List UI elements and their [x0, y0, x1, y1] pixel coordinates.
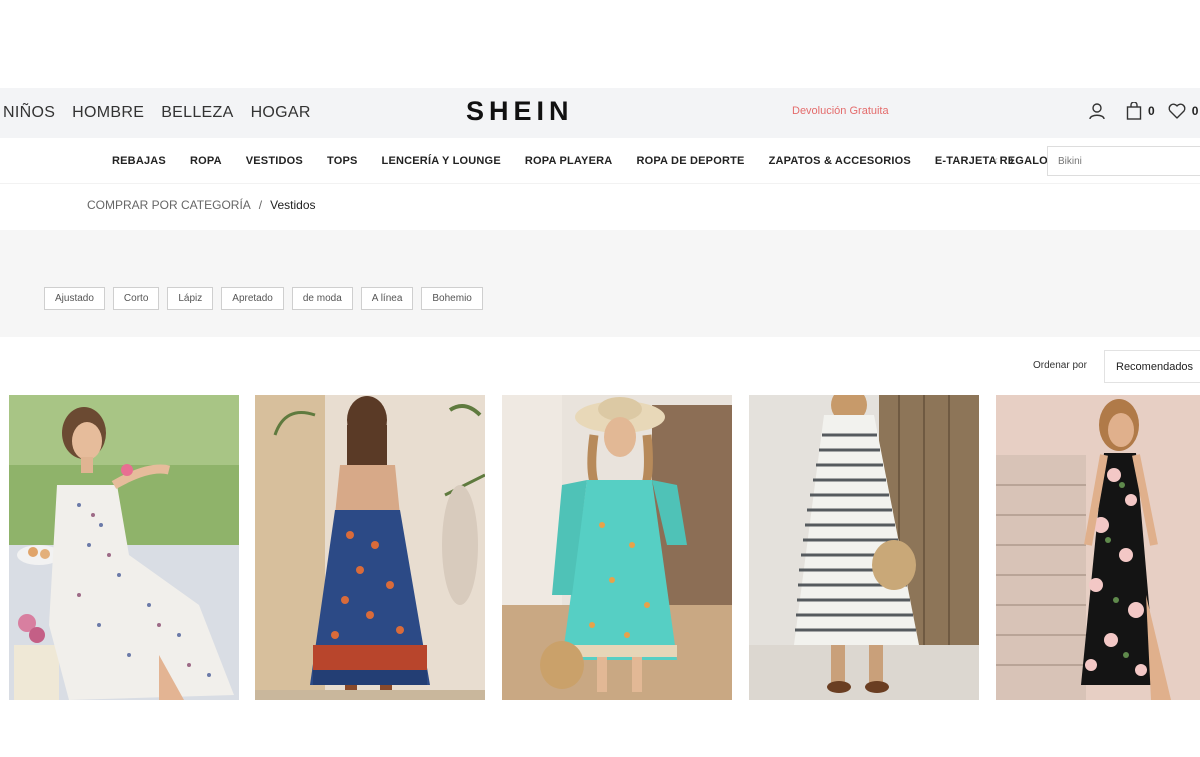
- category-zapatos[interactable]: ZAPATOS & ACCESORIOS: [769, 155, 911, 167]
- breadcrumb-separator: /: [258, 198, 263, 212]
- category-nav: REBAJAS ROPA VESTIDOS TOPS LENCERÍA Y LO…: [0, 138, 1200, 184]
- product-card-5[interactable]: [996, 395, 1200, 700]
- breadcrumb: COMPRAR POR CATEGORÍA / Vestidos: [87, 198, 316, 212]
- product-image-2: [255, 395, 485, 700]
- user-icon[interactable]: [1088, 102, 1106, 120]
- top-nav-item-belleza[interactable]: BELLEZA: [161, 104, 233, 122]
- sort-select[interactable]: Recomendados: [1104, 350, 1200, 383]
- bag-count: 0: [1148, 104, 1155, 118]
- top-nav: NIÑOS HOMBRE BELLEZA HOGAR: [3, 88, 311, 138]
- top-header: NIÑOS HOMBRE BELLEZA HOGAR SHEIN Devoluc…: [0, 88, 1200, 138]
- filter-chip-bohemio[interactable]: Bohemio: [421, 287, 483, 310]
- promo-free-returns[interactable]: Devolución Gratuita: [792, 105, 889, 117]
- product-image-5: [996, 395, 1200, 700]
- category-arrows: ‹ ›: [994, 153, 1014, 167]
- sort-label: Ordenar por: [1033, 360, 1087, 371]
- filter-chip-corto[interactable]: Corto: [112, 287, 160, 310]
- filter-band: Ajustado Corto Lápiz Apretado de moda A …: [0, 230, 1200, 337]
- chevron-right-icon[interactable]: ›: [1010, 153, 1014, 167]
- breadcrumb-root[interactable]: COMPRAR POR CATEGORÍA: [87, 198, 251, 212]
- top-nav-item-hombre[interactable]: HOMBRE: [72, 104, 144, 122]
- product-card-4[interactable]: [749, 395, 979, 700]
- wishlist-count: 0: [1191, 104, 1199, 118]
- shein-logo[interactable]: SHEIN: [466, 96, 574, 127]
- bag-icon[interactable]: [1126, 102, 1142, 120]
- filter-chip-a-linea[interactable]: A línea: [360, 287, 414, 310]
- product-image-1: [9, 395, 239, 700]
- category-ropa-playera[interactable]: ROPA PLAYERA: [525, 155, 613, 167]
- category-vestidos[interactable]: VESTIDOS: [246, 155, 303, 167]
- heart-icon[interactable]: [1168, 103, 1186, 119]
- filter-chip-apretado[interactable]: Apretado: [221, 287, 284, 310]
- product-image-4: [749, 395, 979, 700]
- category-ropa[interactable]: ROPA: [190, 155, 222, 167]
- category-rebajas[interactable]: REBAJAS: [112, 155, 166, 167]
- filter-chip-lapiz[interactable]: Lápiz: [167, 287, 214, 310]
- category-lenceria[interactable]: LENCERÍA Y LOUNGE: [382, 155, 501, 167]
- header-icons: 0 0: [1088, 102, 1200, 120]
- top-nav-item-ninos[interactable]: NIÑOS: [3, 104, 55, 122]
- product-image-3: [502, 395, 732, 700]
- filter-chip-de-moda[interactable]: de moda: [291, 287, 353, 310]
- category-tops[interactable]: TOPS: [327, 155, 358, 167]
- category-etarjeta[interactable]: E-TARJETA REGALO: [935, 155, 1048, 167]
- chevron-left-icon[interactable]: ‹: [994, 153, 998, 167]
- product-card-1[interactable]: [9, 395, 239, 700]
- filter-chip-ajustado[interactable]: Ajustado: [44, 287, 105, 310]
- product-card-3[interactable]: [502, 395, 732, 700]
- product-card-2[interactable]: [255, 395, 485, 700]
- search-input[interactable]: [1047, 146, 1200, 176]
- breadcrumb-current: Vestidos: [270, 198, 316, 212]
- filter-chips: Ajustado Corto Lápiz Apretado de moda A …: [44, 287, 483, 310]
- category-ropa-deporte[interactable]: ROPA DE DEPORTE: [636, 155, 744, 167]
- category-list: REBAJAS ROPA VESTIDOS TOPS LENCERÍA Y LO…: [112, 138, 1048, 184]
- top-nav-item-hogar[interactable]: HOGAR: [251, 104, 311, 122]
